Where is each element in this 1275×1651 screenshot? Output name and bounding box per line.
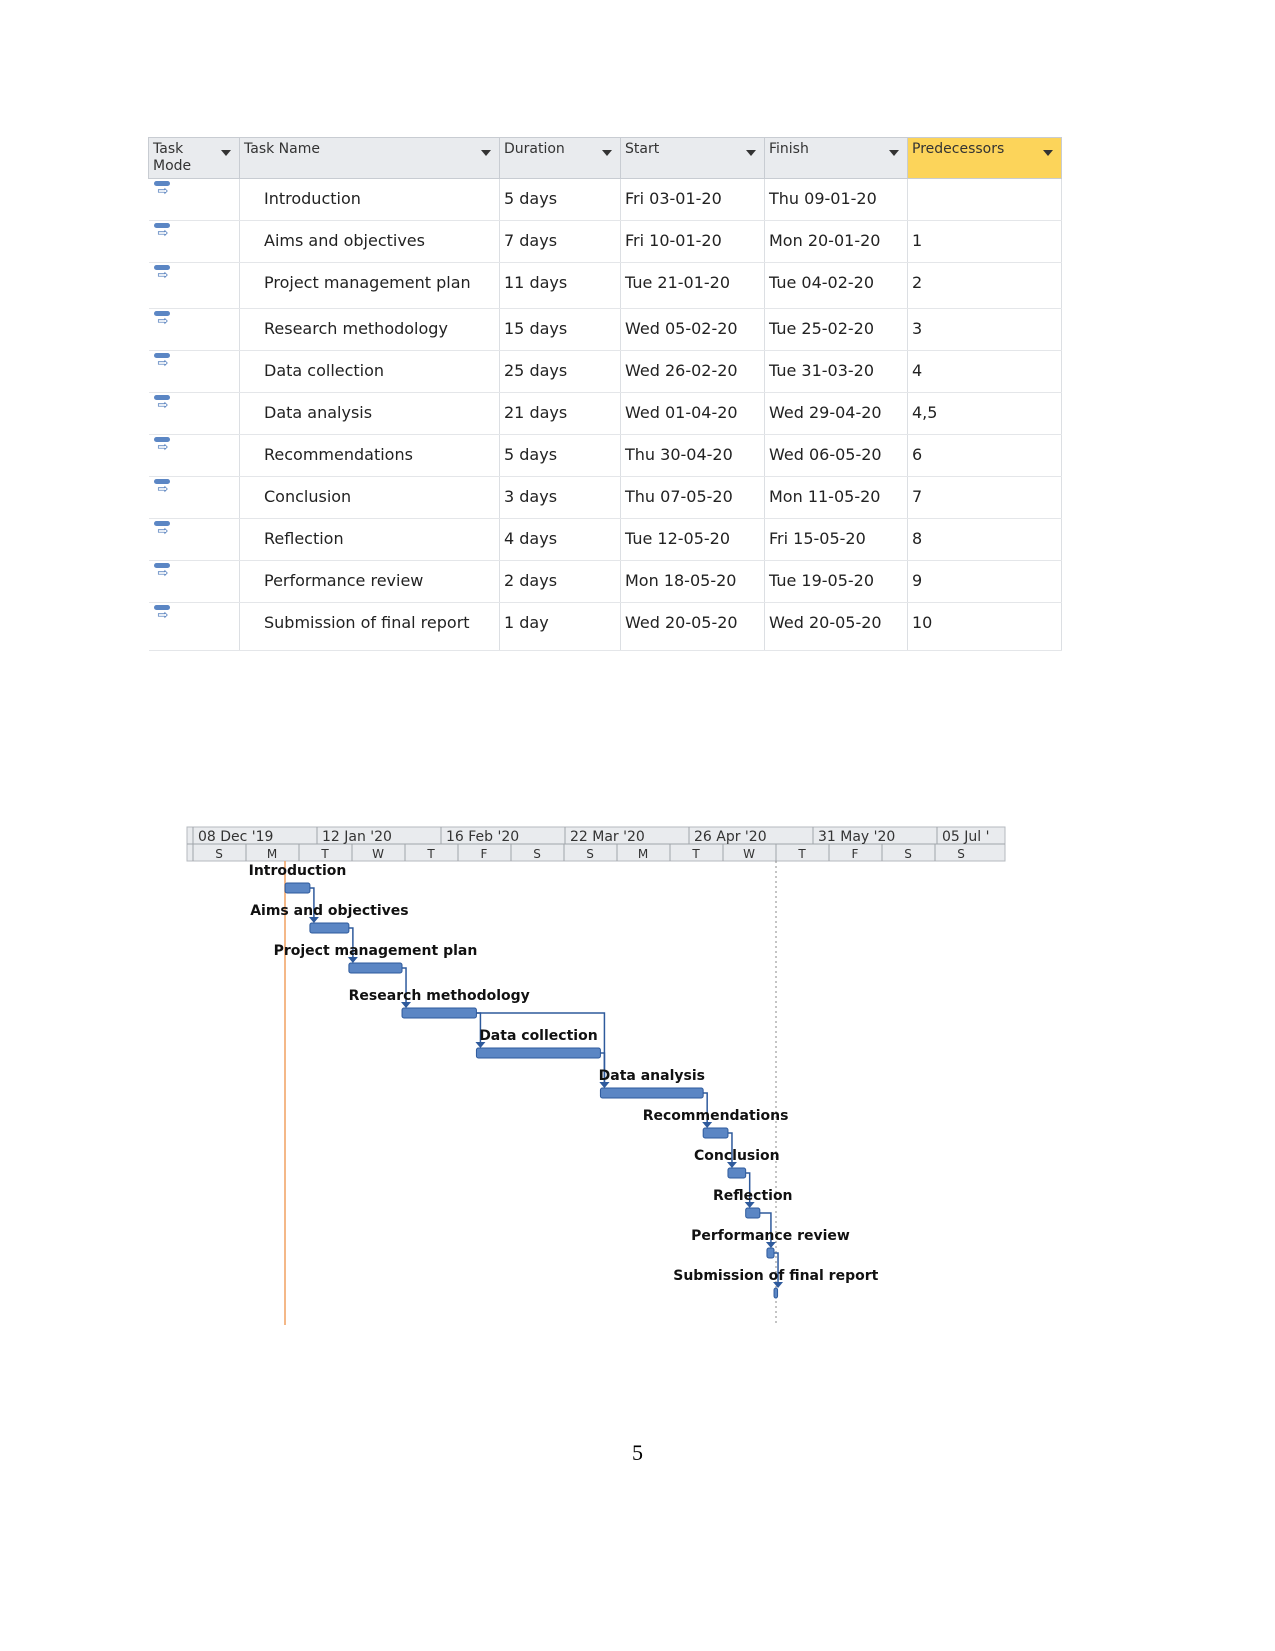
- task-bar: [309, 922, 350, 934]
- task-bar-label: Conclusion: [694, 1148, 780, 1164]
- minor-tick-label: S: [957, 847, 965, 861]
- minor-tick-label: T: [320, 847, 329, 861]
- minor-tick-label: M: [267, 847, 277, 861]
- major-tick-label: 08 Dec '19: [198, 829, 273, 845]
- task-bar-label: Research methodology: [349, 988, 530, 1004]
- major-tick-label: 12 Jan '20: [322, 829, 392, 845]
- task-bar: [766, 1247, 775, 1259]
- minor-tick-label: S: [533, 847, 541, 861]
- gantt-chart: 08 Dec '19 12 Jan '20 16 Feb '20 22 Mar '20…: [186, 826, 1006, 1325]
- task-bar-label: Data analysis: [599, 1068, 705, 1084]
- major-tick-label: 16 Feb '20: [446, 829, 519, 845]
- task-bar: [745, 1207, 761, 1219]
- minor-tick-label: M: [638, 847, 648, 861]
- task-bar-label: Introduction: [249, 863, 347, 879]
- major-tick-label: 31 May '20: [818, 829, 895, 845]
- minor-tick-label: S: [904, 847, 912, 861]
- minor-tick-label: T: [426, 847, 435, 861]
- task-bar: [773, 1287, 779, 1299]
- task-bar: [284, 882, 311, 894]
- minor-tick-label: W: [372, 847, 384, 861]
- minor-tick-label: T: [797, 847, 806, 861]
- major-tick-label: 22 Mar '20: [570, 829, 645, 845]
- task-bar: [702, 1127, 729, 1139]
- minor-tick-label: F: [852, 847, 859, 861]
- task-bar-label: Performance review: [691, 1228, 850, 1244]
- major-tick-label: 26 Apr '20: [694, 829, 767, 845]
- task-bar-label: Aims and objectives: [250, 903, 408, 919]
- task-bar-label: Reflection: [713, 1188, 793, 1204]
- task-bar-label: Submission of final report: [673, 1268, 878, 1284]
- task-bar: [348, 962, 403, 974]
- task-bar: [475, 1047, 601, 1059]
- minor-tick-label: T: [691, 847, 700, 861]
- task-bar-label: Data collection: [479, 1028, 597, 1044]
- task-bar-label: Recommendations: [643, 1108, 789, 1124]
- minor-tick-label: W: [743, 847, 755, 861]
- minor-tick-label: S: [586, 847, 594, 861]
- minor-tick-label: F: [481, 847, 488, 861]
- task-bar: [401, 1007, 477, 1019]
- page-number: 5: [632, 1440, 643, 1465]
- task-bar: [599, 1087, 704, 1099]
- task-bar-label: Project management plan: [274, 943, 478, 959]
- task-bar: [727, 1167, 747, 1179]
- major-tick-label: 05 Jul ': [942, 829, 989, 845]
- minor-tick-label: S: [215, 847, 223, 861]
- document-page: Task Mode Task Name Duration Start Finis…: [0, 0, 1275, 1651]
